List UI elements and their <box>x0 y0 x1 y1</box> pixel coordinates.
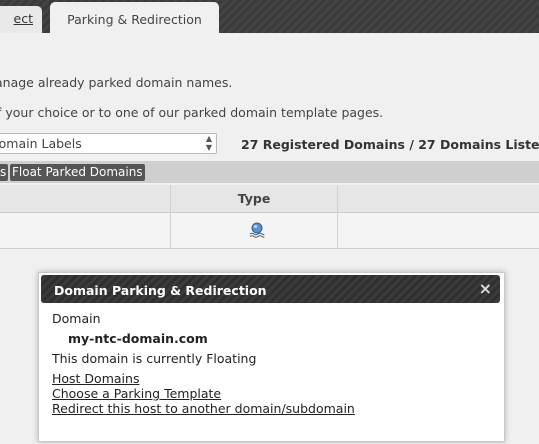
floating-globe-icon <box>249 222 265 238</box>
parking-redirection-dialog: Domain Parking & Redirection × Domain my… <box>38 272 505 442</box>
table-header: Type <box>0 185 539 213</box>
column-header-type[interactable]: Type <box>171 191 337 206</box>
tab-previous-label[interactable]: ect <box>14 11 33 26</box>
column-divider <box>170 185 171 249</box>
dialog-title: Domain Parking & Redirection <box>54 283 267 298</box>
select-arrows-icon: ▲ ▼ <box>205 134 212 152</box>
tab-bar: ect Parking & Redirection <box>0 0 539 33</box>
choose-parking-template-link[interactable]: Choose a Parking Template <box>52 386 221 401</box>
column-divider <box>337 185 338 249</box>
filter-chip-partial[interactable]: s <box>0 164 9 181</box>
tab-parking-redirection[interactable]: Parking & Redirection <box>50 2 219 33</box>
view-select[interactable]: Domain Labels ▲▼ <box>0 133 217 154</box>
redirect-host-link[interactable]: Redirect this host to another domain/sub… <box>52 401 355 416</box>
domain-label: Domain <box>52 311 101 326</box>
domain-count: 27 Registered Domains / 27 Domains Liste… <box>241 137 539 152</box>
table-row[interactable] <box>0 213 539 249</box>
domain-status: This domain is currently Floating <box>52 351 257 366</box>
intro-text-1: anage already parked domain names. <box>0 75 233 90</box>
intro-text-2: f your choice or to one of our parked do… <box>0 105 384 120</box>
view-select-value: Domain Labels <box>0 136 82 151</box>
filter-bar: s Float Parked Domains <box>0 161 539 183</box>
host-domains-link[interactable]: Host Domains <box>52 371 139 386</box>
tab-parking-redirection-label: Parking & Redirection <box>67 12 202 27</box>
close-icon[interactable]: × <box>479 279 492 298</box>
domain-name: my-ntc-domain.com <box>68 331 208 346</box>
tab-previous[interactable]: ect <box>0 6 42 33</box>
filter-chip-float-parked[interactable]: Float Parked Domains <box>10 164 145 181</box>
dialog-header: Domain Parking & Redirection × <box>41 275 500 303</box>
